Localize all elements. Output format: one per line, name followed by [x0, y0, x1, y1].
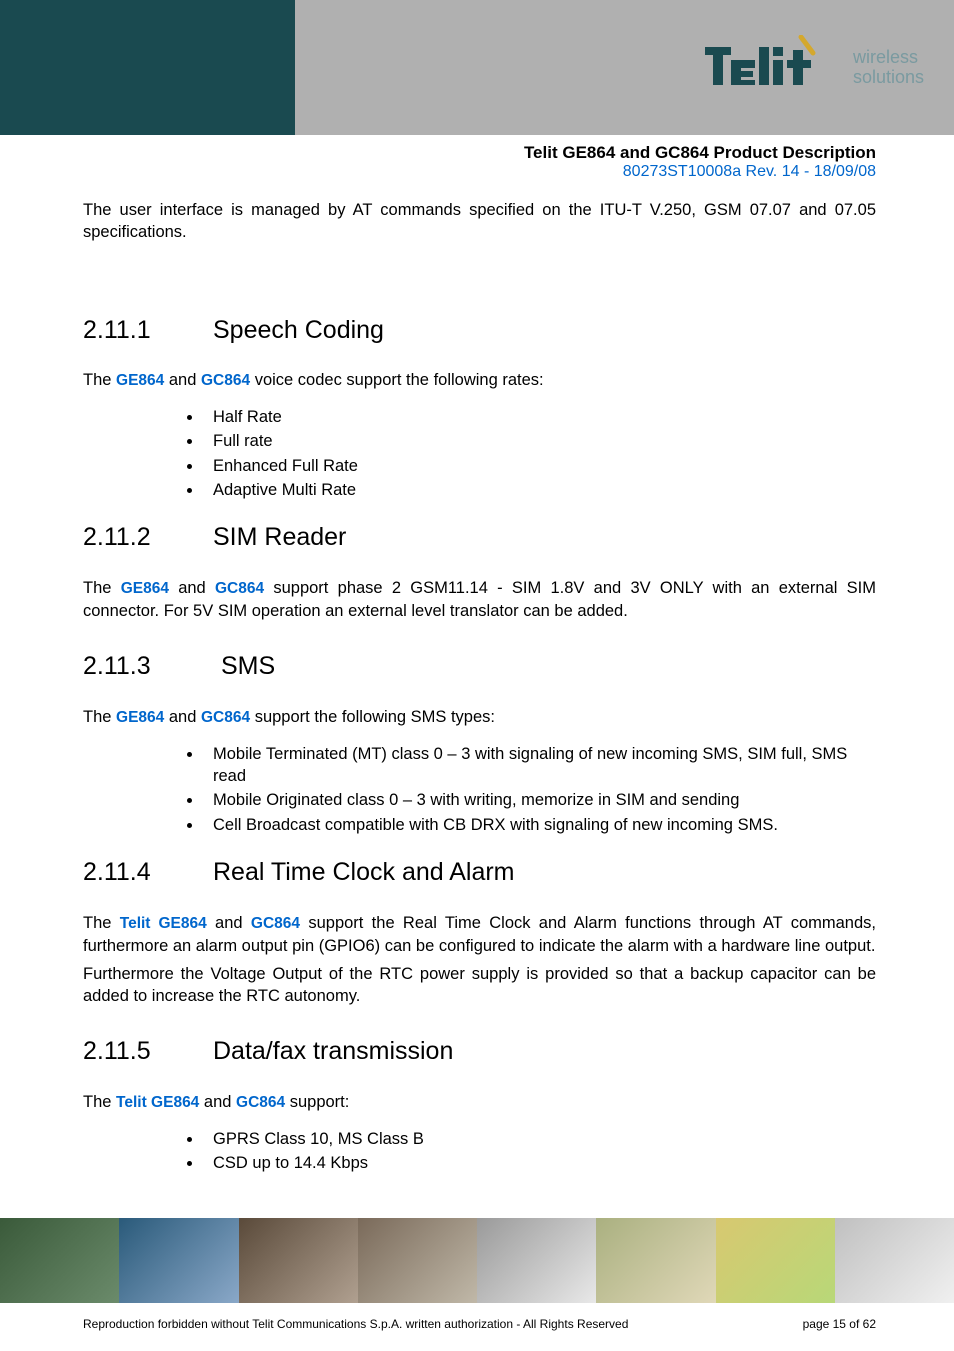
product-link-telit-ge864[interactable]: Telit GE864 [116, 1094, 199, 1111]
header-logo-area: wireless solutions [295, 0, 954, 135]
intro-paragraph: The user interface is managed by AT comm… [83, 199, 876, 244]
logo-mark-icon [705, 35, 845, 100]
footer-image [716, 1218, 835, 1303]
product-link-gc864[interactable]: GC864 [201, 709, 250, 726]
section-lead-s3: The GE864 and GC864 support the followin… [83, 706, 876, 729]
section-lead-s2: The GE864 and GC864 support phase 2 GSM1… [83, 577, 876, 622]
section-number: 2.11.5 [83, 1035, 213, 1069]
product-link-ge864[interactable]: GE864 [121, 580, 169, 597]
section-heading-speech-coding: 2.11.1 Speech Coding [83, 314, 876, 348]
list-item: Cell Broadcast compatible with CB DRX wi… [203, 814, 876, 836]
sms-types-list: Mobile Terminated (MT) class 0 – 3 with … [203, 743, 876, 836]
section-title: Data/fax transmission [213, 1035, 453, 1069]
section-number: 2.11.1 [83, 314, 213, 348]
footer-image [119, 1218, 238, 1303]
page-number: page 15 of 62 [803, 1317, 876, 1331]
product-link-ge864[interactable]: GE864 [116, 372, 164, 389]
product-link-gc864[interactable]: GC864 [251, 915, 300, 932]
footer-line: Reproduction forbidden without Telit Com… [83, 1317, 876, 1331]
section-title: SMS [221, 650, 275, 684]
logo-tagline-line2: solutions [853, 68, 924, 88]
list-item: Enhanced Full Rate [203, 455, 876, 477]
document-header: Telit GE864 and GC864 Product Descriptio… [0, 135, 954, 189]
footer-image-strip [0, 1218, 954, 1303]
datafax-list: GPRS Class 10, MS Class B CSD up to 14.4… [203, 1128, 876, 1175]
section-extra-s4: Furthermore the Voltage Output of the RT… [83, 963, 876, 1008]
footer-image [596, 1218, 715, 1303]
footer-image [0, 1218, 119, 1303]
section-lead-s1: The GE864 and GC864 voice codec support … [83, 369, 876, 392]
section-number: 2.11.3 [83, 650, 213, 684]
speech-coding-list: Half Rate Full rate Enhanced Full Rate A… [203, 406, 876, 501]
document-title: Telit GE864 and GC864 Product Descriptio… [0, 143, 876, 163]
page-header: wireless solutions [0, 0, 954, 135]
section-heading-sim-reader: 2.11.2 SIM Reader [83, 521, 876, 555]
section-heading-datafax: 2.11.5 Data/fax transmission [83, 1035, 876, 1069]
section-title: SIM Reader [213, 521, 346, 555]
section-number: 2.11.2 [83, 521, 213, 555]
list-item: Mobile Originated class 0 – 3 with writi… [203, 789, 876, 811]
section-heading-rtc-alarm: 2.11.4 Real Time Clock and Alarm [83, 856, 876, 890]
product-link-gc864[interactable]: GC864 [236, 1094, 285, 1111]
product-link-gc864[interactable]: GC864 [201, 372, 250, 389]
product-link-gc864[interactable]: GC864 [215, 580, 264, 597]
list-item: Mobile Terminated (MT) class 0 – 3 with … [203, 743, 876, 788]
footer-image [835, 1218, 954, 1303]
section-lead-s4: The Telit GE864 and GC864 support the Re… [83, 912, 876, 957]
list-item: CSD up to 14.4 Kbps [203, 1152, 876, 1174]
footer-image [477, 1218, 596, 1303]
section-title: Real Time Clock and Alarm [213, 856, 515, 890]
logo-tagline: wireless solutions [853, 48, 924, 88]
section-number: 2.11.4 [83, 856, 213, 890]
copyright-text: Reproduction forbidden without Telit Com… [83, 1317, 628, 1331]
product-link-telit-ge864[interactable]: Telit GE864 [120, 915, 207, 932]
footer-image [358, 1218, 477, 1303]
section-heading-sms: 2.11.3 SMS [83, 650, 876, 684]
telit-logo: wireless solutions [705, 35, 924, 100]
section-lead-s5: The Telit GE864 and GC864 support: [83, 1091, 876, 1114]
footer-image [239, 1218, 358, 1303]
document-revision: 80273ST10008a Rev. 14 - 18/09/08 [0, 163, 876, 181]
list-item: GPRS Class 10, MS Class B [203, 1128, 876, 1150]
product-link-ge864[interactable]: GE864 [116, 709, 164, 726]
section-title: Speech Coding [213, 314, 384, 348]
page-content: The user interface is managed by AT comm… [0, 189, 954, 1175]
list-item: Adaptive Multi Rate [203, 479, 876, 501]
list-item: Half Rate [203, 406, 876, 428]
list-item: Full rate [203, 430, 876, 452]
logo-tagline-line1: wireless [853, 48, 924, 68]
header-color-block [0, 0, 295, 135]
